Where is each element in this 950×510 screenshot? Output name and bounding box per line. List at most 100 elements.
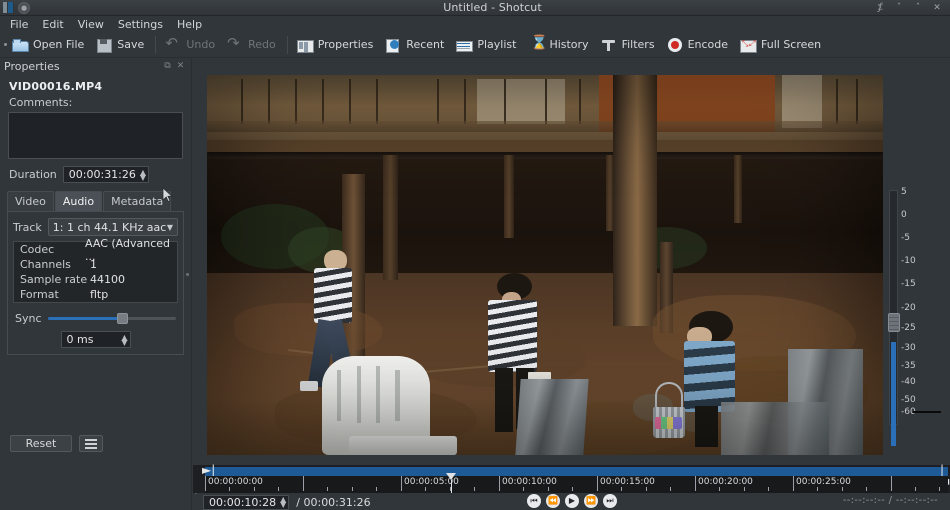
app-logo-icon <box>3 2 14 13</box>
menu-view[interactable]: View <box>72 17 110 32</box>
total-duration-value: 00:00:31:26 <box>303 495 371 509</box>
menu-settings[interactable]: Settings <box>112 17 169 32</box>
skip-to-start-button[interactable]: ⏮ <box>527 494 541 508</box>
fast-forward-icon: ⏩ <box>586 496 596 505</box>
fast-forward-button[interactable]: ⏩ <box>584 494 598 508</box>
meter-tick: -20 <box>901 303 916 313</box>
format-key: Format <box>20 288 59 301</box>
menu-edit[interactable]: Edit <box>36 17 69 32</box>
sample-rate-value: 44100 <box>90 273 125 286</box>
properties-dock-body: VID00016.MP4 Comments: Duration 00:00:31… <box>0 75 191 355</box>
close-window-button[interactable]: ✕ <box>932 3 942 13</box>
total-duration: / 00:00:31:26 <box>296 496 370 509</box>
tab-video[interactable]: Video <box>7 191 54 211</box>
timeline-ruler[interactable]: 00:00:00:00 00:00:05:00 00:00:10:00 00:0… <box>205 476 948 493</box>
history-icon <box>528 35 547 53</box>
redo-label: Redo <box>248 38 276 51</box>
close-dock-icon[interactable]: ✕ <box>174 60 187 73</box>
video-frame[interactable] <box>207 75 883 455</box>
redo-button[interactable]: Redo <box>222 34 283 56</box>
meter-scale: 5 0 -5 -10 -15 -20 -25 -30 -35 -40 -50 -… <box>901 187 945 432</box>
encode-label: Encode <box>687 38 729 51</box>
timeline-progress-bar[interactable] <box>205 467 948 476</box>
history-label: History <box>549 38 589 51</box>
meter-tick: 0 <box>901 210 907 220</box>
track-select[interactable]: 1: 1 ch 44.1 KHz aac ▼ <box>47 218 178 236</box>
current-position-spinner[interactable]: 00:00:10:28 ▲ ▼ <box>203 494 290 510</box>
properties-scrollbar[interactable] <box>185 128 190 428</box>
playhead[interactable] <box>446 473 457 493</box>
properties-dock: Properties ⧉ ✕ VID00016.MP4 Comments: Du… <box>0 58 192 510</box>
save-button[interactable]: Save <box>91 34 151 56</box>
meter-tick: -35 <box>901 361 916 371</box>
meter-tick: -5 <box>901 233 910 243</box>
folder-open-icon <box>12 37 29 53</box>
rewind-icon: ⏪ <box>548 496 558 505</box>
shotcut-window: ● Untitled - Shotcut ⨋ ˇ ˆ ✕ File Edit V… <box>0 0 950 510</box>
audio-meter-panel: 5 0 -5 -10 -15 -20 -25 -30 -35 -40 -50 -… <box>883 58 950 464</box>
timeline-ruler-bar[interactable]: ►| |◄ <box>193 464 950 493</box>
skip-to-end-button[interactable]: ⏭ <box>603 494 617 508</box>
recent-button[interactable]: Recent <box>380 34 451 56</box>
maximize-window-button[interactable]: ˆ <box>913 3 923 13</box>
reset-button[interactable]: Reset <box>10 435 72 452</box>
shade-window-button[interactable]: ⨋ <box>875 3 885 13</box>
window-title: Untitled - Shotcut <box>443 1 542 14</box>
meter-peak-indicator <box>913 411 941 413</box>
table-row: Format fltp <box>14 287 177 302</box>
filters-button[interactable]: Filters <box>596 34 662 56</box>
duration-stepper-arrows[interactable]: ▲ ▼ <box>140 168 146 181</box>
full-screen-button[interactable]: Full Screen <box>735 34 828 56</box>
transport-bar: 00:00:10:28 ▲ ▼ / 00:00:31:26 ⏮ ⏪ ▶ ⏩ ⏭ -… <box>193 494 950 510</box>
menu-help[interactable]: Help <box>171 17 208 32</box>
transport-buttons: ⏮ ⏪ ▶ ⏩ ⏭ <box>527 494 617 508</box>
tab-audio[interactable]: Audio <box>54 191 103 211</box>
meter-tick: -15 <box>901 279 916 289</box>
position-stepper-arrows[interactable]: ▲ ▼ <box>280 496 286 509</box>
undo-button[interactable]: Undo <box>160 34 222 56</box>
playlist-button[interactable]: Playlist <box>451 34 523 56</box>
properties-icon <box>296 37 314 53</box>
properties-menu-button[interactable] <box>79 435 103 452</box>
redo-icon <box>227 34 243 53</box>
sync-spinner[interactable]: 0 ms ▲ ▼ <box>60 331 131 348</box>
properties-tabs: Video Audio Metadata <box>7 187 184 211</box>
save-label: Save <box>117 38 145 51</box>
sync-value-row: 0 ms ▲ ▼ <box>13 331 178 348</box>
title-bar: ● Untitled - Shotcut ⨋ ˇ ˆ ✕ <box>0 0 950 16</box>
toolbar-separator-1 <box>155 35 157 54</box>
sync-label: Sync <box>15 311 42 325</box>
mouse-cursor-icon <box>162 187 174 203</box>
volume-slider-fill <box>891 342 896 446</box>
meter-tick: -40 <box>901 377 916 387</box>
open-file-button[interactable]: Open File <box>7 34 91 56</box>
sync-slider[interactable] <box>47 311 176 325</box>
duration-spinner[interactable]: 00:00:31:26 ▲ ▼ <box>62 166 150 183</box>
meter-tick: -25 <box>901 323 916 333</box>
sync-stepper-arrows[interactable]: ▲ ▼ <box>121 333 127 346</box>
video-preview-panel[interactable] <box>193 58 883 464</box>
rewind-button[interactable]: ⏪ <box>546 494 560 508</box>
volume-slider-handle[interactable] <box>888 313 900 332</box>
duration-label: Duration <box>9 168 57 181</box>
history-button[interactable]: History <box>523 34 595 56</box>
properties-button[interactable]: Properties <box>292 34 381 56</box>
sync-slider-handle[interactable] <box>116 313 128 324</box>
save-icon <box>96 37 113 53</box>
table-row: Codec AAC (Advanced ... <box>14 237 177 263</box>
player-timeline: ►| |◄ <box>193 464 950 510</box>
ruler-label: 00:00:20:00 <box>698 477 753 487</box>
encode-button[interactable]: Encode <box>662 34 735 56</box>
play-button[interactable]: ▶ <box>565 494 579 508</box>
filters-label: Filters <box>621 38 655 51</box>
tab-metadata[interactable]: Metadata <box>103 191 172 211</box>
playlist-icon <box>456 37 474 53</box>
comments-input[interactable] <box>8 112 183 159</box>
window-menu-icon[interactable]: ● <box>18 1 30 14</box>
table-row: Sample rate 44100 <box>14 272 177 287</box>
minimize-window-button[interactable]: ˇ <box>894 3 904 13</box>
window-controls: ⨋ ˇ ˆ ✕ <box>875 3 950 13</box>
float-dock-icon[interactable]: ⧉ <box>161 60 174 73</box>
toolbar-separator-2 <box>286 35 288 54</box>
menu-file[interactable]: File <box>4 17 34 32</box>
